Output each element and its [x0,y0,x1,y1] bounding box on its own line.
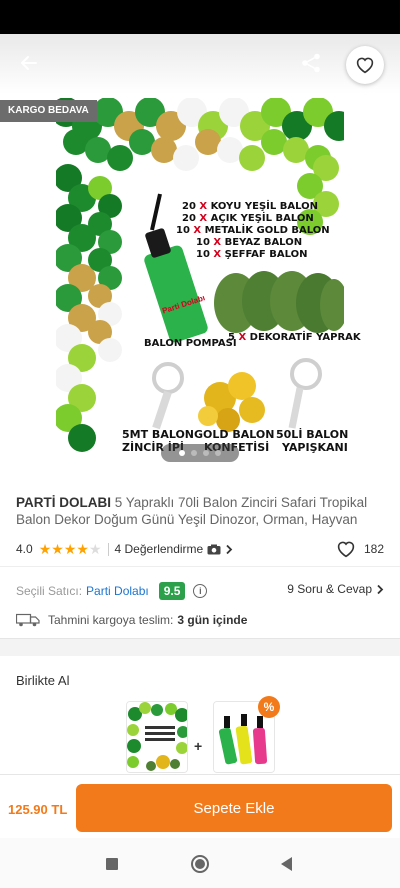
delivery-row: Tahmini kargoya teslim: 3 gün içinde [16,611,247,629]
chevron-right-icon [377,584,384,594]
balloon-shape [68,424,96,452]
balloon-shape [107,145,133,171]
reviews-link[interactable]: 4 Değerlendirme [115,542,234,556]
balloon-shape [98,338,122,362]
bottom-cart-bar: 125.90 TL Sepete Ekle [0,774,400,838]
arrow-left-icon [21,56,37,70]
seller-link[interactable]: Parti Dolabı [86,584,149,598]
balloon-kit-illustration: Parti Dolabı [51,97,354,468]
favorite-count[interactable]: 182 [336,540,384,558]
delivery-time: 3 gün içinde [177,613,248,627]
product-title: PARTİ DOLABI 5 Yapraklı 70li Balon Zinci… [16,494,386,528]
product-image[interactable]: Parti Dolabı 20 X KOYU YEŞİL BALON 20 X … [51,97,361,468]
section-divider [0,638,400,656]
seller-score-badge: 9.5 [158,582,186,600]
home-icon[interactable] [191,855,209,873]
tropical-leaves [214,271,348,333]
heart-outline-icon [337,541,355,558]
share-button[interactable] [294,46,328,80]
rating-value: 4.0 [16,542,33,556]
star-icon: ★ [76,540,89,557]
star-icon: ★ [51,540,64,557]
topbar-shade [0,34,400,94]
kit-chain-label-1: 5MT BALON [122,428,195,441]
rating-row: 4.0 ★★★★★ 4 Değerlendirme 182 [16,540,384,558]
back-button[interactable] [12,46,46,80]
kit-line-3: 10 X METALİK GOLD BALON [176,225,330,236]
favorite-count-value: 182 [363,542,384,556]
bundle-section: Birlikte Al + [0,656,400,776]
pagination-dot[interactable] [191,450,197,456]
brand-name[interactable]: PARTİ DOLABI [16,495,111,510]
qa-label: 9 Soru & Cevap [287,582,372,596]
product-gallery[interactable]: Parti Dolabı 20 X KOYU YEŞİL BALON 20 X … [0,34,400,474]
discount-badge-icon: % [258,696,280,718]
free-shipping-badge: KARGO BEDAVA [0,100,97,122]
truck-icon [16,613,40,627]
system-nav-bar [0,838,400,888]
bundle-title: Birlikte Al [16,673,70,688]
qa-link[interactable]: 9 Soru & Cevap [287,582,384,596]
kit-pump-label: BALON POMPASI [144,338,237,349]
gallery-pagination[interactable] [161,444,239,462]
kit-line-4: 10 X BEYAZ BALON [196,237,303,248]
star-icon: ★ [38,540,52,557]
kit-glue-label-1: 50Lİ BALON [276,428,349,441]
chevron-right-icon [226,544,233,554]
kit-glue-label-2: YAPIŞKANI [282,441,348,454]
recent-apps-icon[interactable] [106,858,118,870]
kit-confetti-label-1: GOLD BALON [194,428,275,441]
kit-line-5: 10 X ŞEFFAF BALON [196,249,308,260]
rating-stars: ★★★★★ [39,541,102,558]
camera-icon [207,544,221,554]
delivery-label: Tahmini kargoya teslim: [48,613,174,627]
kit-leaves-label: 5 X DEKORATİF YAPRAK [228,332,361,343]
favorite-button[interactable] [346,46,384,84]
seller-label: Seçili Satıcı: [16,584,83,598]
star-empty-icon: ★ [88,540,102,557]
heart-icon [356,57,374,74]
pagination-dot[interactable] [215,450,221,456]
kit-line-2: 20 X AÇIK YEŞİL BALON [182,213,314,224]
pagination-dot[interactable] [203,450,209,456]
pagination-dot[interactable] [179,450,185,456]
status-bar [0,0,400,34]
back-triangle-icon[interactable] [281,857,292,871]
divider [0,566,400,567]
add-to-cart-button[interactable]: Sepete Ekle [76,784,392,832]
product-price: 125.90 TL [8,802,68,817]
kit-line-1: 20 X KOYU YEŞİL BALON [182,201,318,212]
balloon-shape [173,145,199,171]
divider [107,542,109,556]
info-icon[interactable]: i [193,584,208,598]
star-icon: ★ [63,540,77,557]
bundle-product-image [127,702,187,772]
reviews-count: 4 Değerlendirme [114,542,204,556]
seller-row: Seçili Satıcı: Parti Dolabı 9.5 i 9 Soru… [16,580,384,602]
bundle-plus: + [194,738,203,754]
share-icon [302,53,320,73]
balloon-shape [239,145,265,171]
bundle-product-card[interactable] [126,701,188,773]
